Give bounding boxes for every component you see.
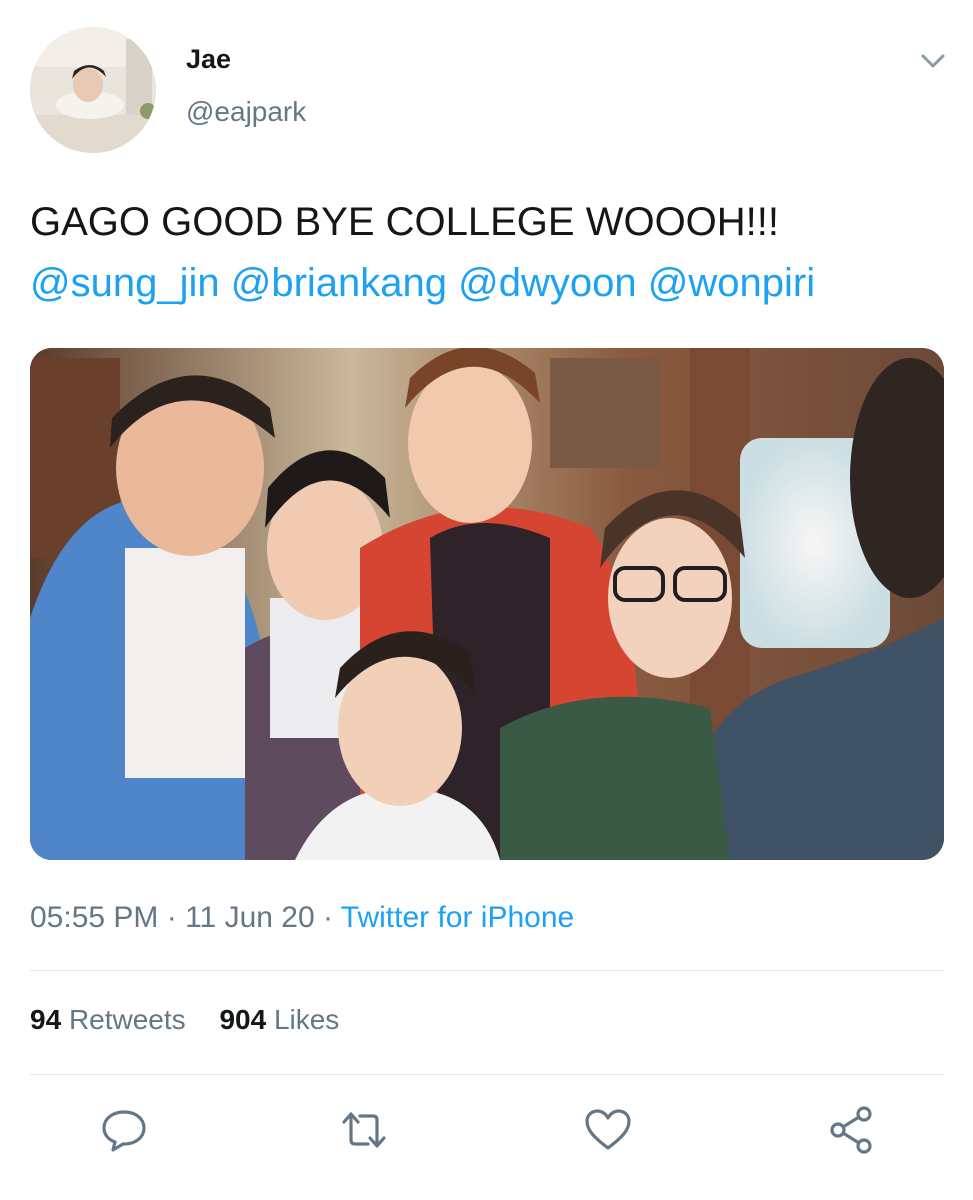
- group-photo-image: [30, 348, 944, 860]
- likes-label: Likes: [273, 1004, 340, 1035]
- user-handle[interactable]: @eajpark: [186, 96, 306, 128]
- mention-link[interactable]: @wonpiri: [648, 261, 815, 305]
- divider: [30, 1074, 944, 1075]
- retweets-count: 94: [30, 1004, 62, 1035]
- retweets-stat[interactable]: 94 Retweets: [30, 1004, 186, 1035]
- share-icon[interactable]: [826, 1104, 878, 1156]
- action-bar: [0, 1100, 973, 1160]
- tweet-date: 11 Jun 20: [185, 901, 315, 934]
- mention-link[interactable]: @dwyoon: [458, 261, 636, 305]
- divider: [30, 970, 944, 971]
- avatar[interactable]: [30, 27, 156, 153]
- chevron-down-icon[interactable]: [916, 48, 950, 74]
- heart-icon[interactable]: [582, 1104, 634, 1156]
- mentions-line: @sung_jin @briankang @dwyoon @wonpiri: [30, 253, 945, 314]
- tweet-meta: 05:55 PM · 11 Jun 20 · Twitter for iPhon…: [30, 901, 574, 935]
- tweet-photo[interactable]: [30, 348, 944, 860]
- tweet-time: 05:55 PM: [30, 901, 159, 934]
- retweets-label: Retweets: [68, 1004, 186, 1035]
- tweet-text: GAGO GOOD BYE COLLEGE WOOOH!!! @sung_jin…: [30, 192, 945, 314]
- likes-stat[interactable]: 904 Likes: [219, 1004, 339, 1035]
- tweet-stats: 94 Retweets 904 Likes: [30, 1004, 365, 1036]
- reply-icon[interactable]: [98, 1104, 150, 1156]
- avatar-image: [30, 27, 156, 153]
- tweet-body-text: GAGO GOOD BYE COLLEGE WOOOH!!!: [30, 200, 780, 244]
- display-name[interactable]: Jae: [186, 44, 231, 75]
- meta-separator: ·: [158, 901, 186, 934]
- retweet-icon[interactable]: [338, 1104, 390, 1156]
- mention-link[interactable]: @sung_jin: [30, 261, 220, 305]
- mention-link[interactable]: @briankang: [231, 261, 447, 305]
- tweet-detail: Jae @eajpark GAGO GOOD BYE COLLEGE WOOOH…: [0, 0, 973, 1200]
- likes-count: 904: [219, 1004, 267, 1035]
- meta-separator: ·: [314, 901, 341, 934]
- tweet-source-link[interactable]: Twitter for iPhone: [341, 901, 574, 934]
